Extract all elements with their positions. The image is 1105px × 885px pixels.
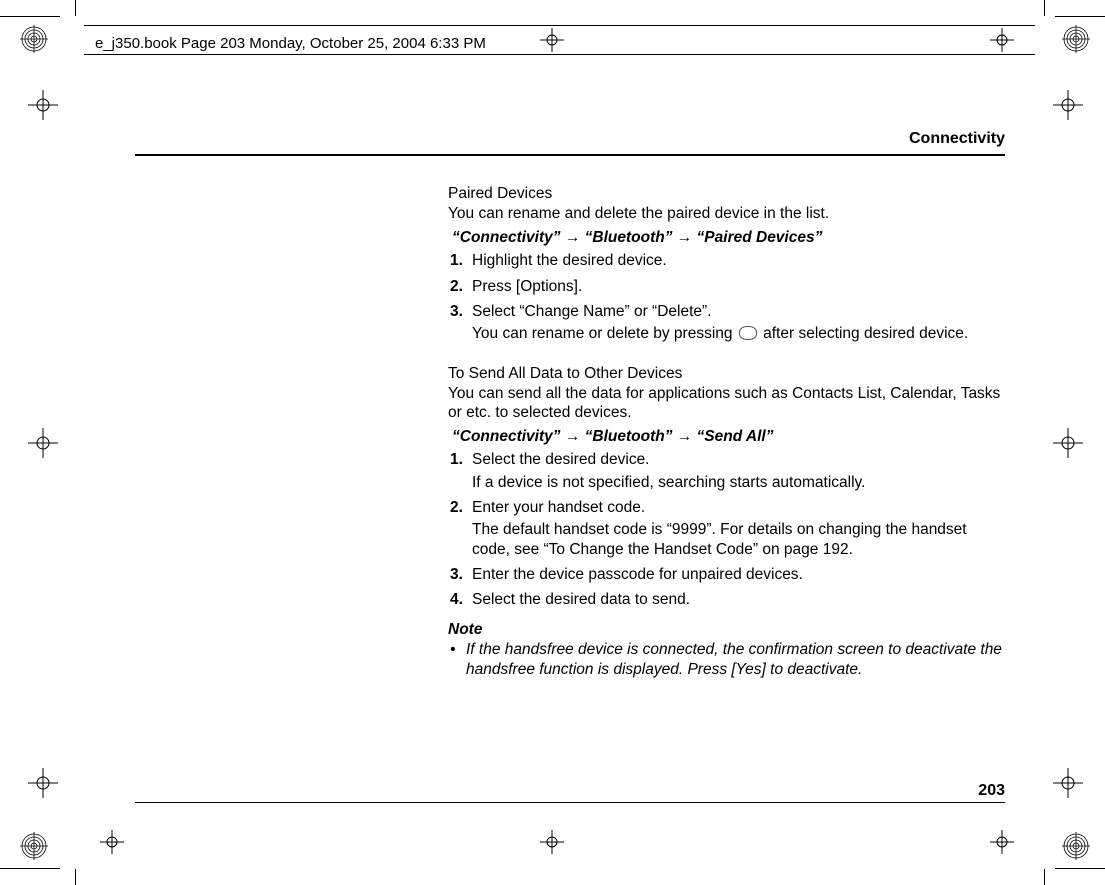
step-item: 2. Press [Options].	[450, 277, 1005, 296]
registration-mark-icon	[1062, 25, 1090, 53]
crop-mark	[0, 868, 60, 869]
bullet: •	[450, 640, 466, 679]
target-mark-icon	[28, 428, 58, 458]
crop-mark	[0, 16, 60, 17]
crop-mark	[1044, 869, 1045, 885]
running-head: Connectivity	[135, 130, 1005, 148]
registration-mark-icon	[20, 25, 48, 53]
crop-mark	[75, 0, 76, 16]
step-main: Select “Change Name” or “Delete”.	[472, 303, 712, 320]
registration-mark-icon	[20, 832, 48, 860]
step-number: 3.	[450, 565, 472, 584]
crop-mark	[1055, 868, 1105, 869]
crop-mark	[1044, 0, 1045, 16]
section-rule	[135, 154, 1005, 156]
crop-mark	[1055, 16, 1105, 17]
step-number: 1.	[450, 450, 472, 492]
nav-path: “Connectivity” → “Bluetooth” → “Paired D…	[452, 228, 1005, 247]
step-item: 1. Select the desired device. If a devic…	[450, 450, 1005, 492]
step-number: 3.	[450, 302, 472, 344]
note-item: • If the handsfree device is connected, …	[450, 640, 1005, 679]
nav-path: “Connectivity” → “Bluetooth” → “Send All…	[452, 427, 1005, 446]
registration-mark-icon	[1062, 832, 1090, 860]
step-main: Enter your handset code.	[472, 499, 645, 516]
target-mark-icon	[540, 28, 564, 52]
target-mark-icon	[990, 830, 1014, 854]
note-text: If the handsfree device is connected, th…	[466, 640, 1005, 679]
subheading: Paired Devices	[448, 184, 1005, 203]
footer-rule	[135, 802, 1005, 803]
step-number: 1.	[450, 251, 472, 270]
target-mark-icon	[28, 768, 58, 798]
step-subtext: The default handset code is “9999”. For …	[472, 520, 1005, 559]
step-number: 2.	[450, 277, 472, 296]
step-item: 1. Highlight the desired device.	[450, 251, 1005, 270]
step-text: Select “Change Name” or “Delete”. You ca…	[472, 302, 1005, 344]
step-item: 2. Enter your handset code. The default …	[450, 498, 1005, 559]
intro-text: You can send all the data for applicatio…	[448, 384, 1005, 423]
step-item: 3. Select “Change Name” or “Delete”. You…	[450, 302, 1005, 344]
text-run: after selecting desired device.	[759, 325, 968, 342]
body-column: Paired Devices You can rename and delete…	[448, 184, 1005, 679]
target-mark-icon	[28, 90, 58, 120]
subheading: To Send All Data to Other Devices	[448, 364, 1005, 383]
text-run: You can rename or delete by pressing	[472, 325, 737, 342]
header-rule	[84, 25, 1035, 26]
header-filename: e_j350.book Page 203 Monday, October 25,…	[95, 35, 486, 52]
target-mark-icon	[1053, 90, 1083, 120]
target-mark-icon	[100, 830, 124, 854]
center-key-icon	[739, 326, 757, 340]
step-subtext: You can rename or delete by pressing aft…	[472, 324, 1005, 343]
crop-mark	[75, 869, 76, 885]
step-text: Highlight the desired device.	[472, 251, 1005, 270]
step-number: 2.	[450, 498, 472, 559]
header-rule-bottom	[84, 54, 1035, 55]
target-mark-icon	[1053, 428, 1083, 458]
step-item: 3. Enter the device passcode for unpaire…	[450, 565, 1005, 584]
step-text: Select the desired data to send.	[472, 590, 1005, 609]
step-item: 4. Select the desired data to send.	[450, 590, 1005, 609]
target-mark-icon	[990, 28, 1014, 52]
step-text: Select the desired device. If a device i…	[472, 450, 1005, 492]
target-mark-icon	[1053, 768, 1083, 798]
step-main: Select the desired device.	[472, 451, 650, 468]
step-text: Enter your handset code. The default han…	[472, 498, 1005, 559]
step-text: Press [Options].	[472, 277, 1005, 296]
step-text: Enter the device passcode for unpaired d…	[472, 565, 1005, 584]
page-content: Connectivity Paired Devices You can rena…	[135, 130, 1005, 679]
intro-text: You can rename and delete the paired dev…	[448, 204, 1005, 223]
step-subtext: If a device is not specified, searching …	[472, 473, 1005, 492]
step-number: 4.	[450, 590, 472, 609]
target-mark-icon	[540, 830, 564, 854]
note-heading: Note	[448, 620, 1005, 639]
